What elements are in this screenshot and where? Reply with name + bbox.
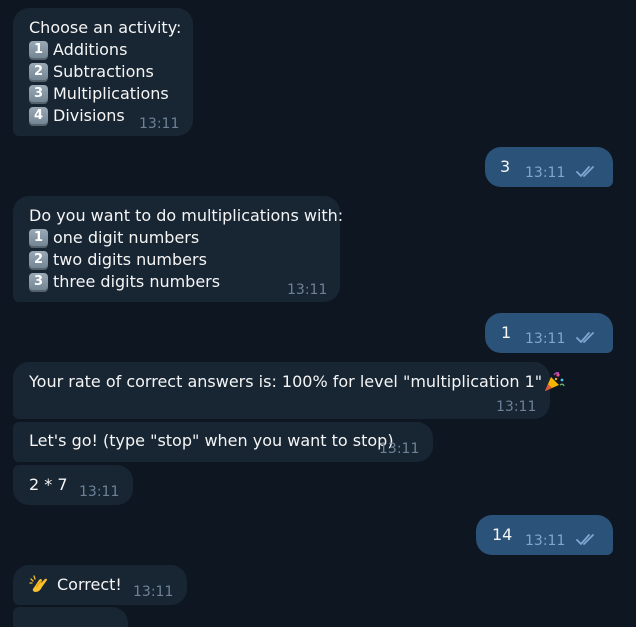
message-text: Your rate of correct answers is: 100% fo… bbox=[29, 372, 543, 391]
message-lets-go[interactable]: Let's go! (type "stop" when you want to … bbox=[13, 422, 433, 462]
message-outgoing-answer[interactable]: 14 13:11 bbox=[476, 515, 613, 555]
keycap-3-icon: 3 bbox=[29, 84, 48, 104]
message-text: 14 bbox=[492, 525, 513, 544]
keycap-1-icon: 1 bbox=[29, 228, 48, 248]
message-time: 13:11 bbox=[287, 282, 328, 298]
message-time: 13:11 bbox=[496, 399, 537, 415]
message-outgoing-3[interactable]: 3 13:11 bbox=[485, 147, 613, 187]
message-partial bbox=[13, 607, 128, 627]
message-text: Correct! bbox=[57, 575, 122, 594]
message-time: 13:11 bbox=[525, 331, 566, 347]
option-one-digit: 1 one digit numbers bbox=[29, 227, 220, 249]
clapping-hands-icon bbox=[29, 575, 47, 592]
keycap-2-icon: 2 bbox=[29, 62, 48, 82]
message-question[interactable]: 2 * 7 13:11 bbox=[13, 465, 133, 505]
message-time: 13:11 bbox=[379, 441, 420, 457]
keycap-1-icon: 1 bbox=[29, 40, 48, 60]
message-text: 2 * 7 bbox=[29, 475, 68, 494]
message-multiplication-options[interactable]: Do you want to do multiplications with: … bbox=[13, 196, 344, 302]
message-correct[interactable]: Correct! 13:11 bbox=[13, 565, 187, 605]
option-two-digits: 2 two digits numbers bbox=[29, 249, 220, 271]
message-time: 13:11 bbox=[139, 116, 180, 132]
message-choose-activity[interactable]: Choose an activity: 1 Additions 2 Subtra… bbox=[13, 8, 193, 136]
double-check-icon bbox=[576, 534, 594, 545]
double-check-icon bbox=[576, 166, 594, 177]
message-text: Let's go! (type "stop" when you want to … bbox=[29, 431, 394, 450]
double-check-icon bbox=[576, 332, 594, 343]
message-rate[interactable]: Your rate of correct answers is: 100% fo… bbox=[13, 362, 565, 419]
message-text: 1 bbox=[501, 323, 512, 342]
option-three-digits: 3 three digits numbers bbox=[29, 271, 220, 293]
message-text: 3 bbox=[500, 157, 511, 176]
message-time: 13:11 bbox=[525, 165, 566, 181]
message-title: Do you want to do multiplications with: bbox=[29, 206, 344, 225]
keycap-2-icon: 2 bbox=[29, 250, 48, 270]
message-time: 13:11 bbox=[525, 533, 566, 549]
option-multiplications: 3 Multiplications bbox=[29, 83, 169, 105]
message-time: 13:11 bbox=[133, 584, 174, 600]
keycap-3-icon: 3 bbox=[29, 272, 48, 292]
message-time: 13:11 bbox=[79, 484, 120, 500]
party-popper-icon bbox=[545, 372, 565, 391]
option-subtractions: 2 Subtractions bbox=[29, 61, 169, 83]
option-additions: 1 Additions bbox=[29, 39, 169, 61]
keycap-4-icon: 4 bbox=[29, 106, 48, 126]
message-title: Choose an activity: bbox=[29, 18, 182, 37]
message-outgoing-1[interactable]: 1 13:11 bbox=[485, 313, 613, 353]
